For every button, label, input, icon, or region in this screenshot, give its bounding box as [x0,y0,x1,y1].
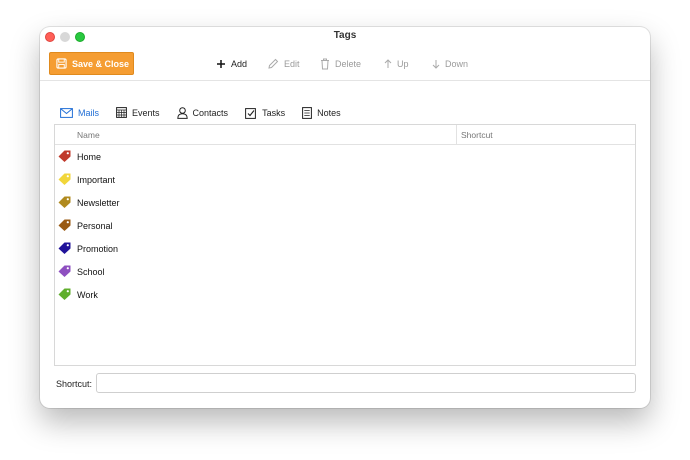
tab-label: Tasks [262,107,286,118]
tag-name: Promotion [77,244,119,254]
edit-button[interactable]: Edit [267,57,300,71]
add-label: Add [231,59,248,69]
tag-name: School [77,267,105,277]
window-title: Tags [333,30,357,41]
checkbox-icon [245,107,256,119]
tag-icon [58,288,71,300]
table-row[interactable]: Work [55,283,635,306]
down-button[interactable]: Down [432,57,468,71]
table-row[interactable]: Newsletter [55,191,635,214]
tab-label: Events [132,107,160,118]
arrow-up-icon [384,59,392,68]
up-label: Up [397,59,409,69]
calendar-icon [116,107,127,118]
tab-tasks[interactable]: Tasks [239,101,291,124]
tab-label: Mails [78,107,100,118]
tag-name: Work [77,290,98,300]
tab-events[interactable]: Events [110,101,166,124]
column-header-shortcut[interactable]: Shortcut [461,130,493,140]
table-row[interactable]: Important [55,168,635,191]
tag-icon [58,173,71,185]
tag-icon [58,242,71,254]
tag-icon [58,196,71,208]
table-row[interactable]: Personal [55,214,635,237]
tag-name: Newsletter [77,198,120,208]
tag-name: Important [77,175,116,185]
add-button[interactable]: Add [216,57,247,71]
down-label: Down [445,59,469,69]
shortcut-label: Shortcut: [56,379,93,389]
column-header-name[interactable]: Name [77,130,100,140]
delete-button[interactable]: Delete [320,57,361,71]
edit-label: Edit [284,59,300,69]
tags-window: Tags Save & Close Add Edit Delete Up Dow… [40,27,650,408]
save-icon [56,58,67,69]
tab-notes[interactable]: Notes [296,101,347,124]
note-icon [302,106,312,119]
tag-icon [58,150,71,162]
tag-category-tabs: Mails Events Contacts Tasks Notes [54,101,352,126]
save-close-button[interactable]: Save & Close [49,52,134,75]
tab-label: Notes [317,107,341,118]
tab-contacts[interactable]: Contacts [171,101,235,124]
plus-icon [217,60,225,68]
toolbar: Save & Close Add Edit Delete Up Down [40,47,650,81]
delete-label: Delete [335,59,362,69]
mail-icon [60,107,73,118]
tag-icon [58,219,71,231]
tags-table: Name Shortcut Home Important Newsletter Per… [54,124,636,366]
person-icon [176,106,188,119]
table-row[interactable]: Promotion [55,237,635,260]
shortcut-input[interactable] [96,373,636,393]
tag-name: Home [77,152,102,162]
up-button[interactable]: Up [384,57,409,71]
pencil-icon [268,58,279,69]
trash-icon [321,58,329,70]
column-divider[interactable] [456,125,457,144]
table-row[interactable]: School [55,260,635,283]
table-row[interactable]: Home [55,145,635,168]
tag-name: Personal [77,221,113,231]
tag-icon [58,265,71,277]
table-header: Name Shortcut [55,125,635,145]
tab-label: Contacts [192,107,229,118]
arrow-down-icon [432,60,440,69]
save-close-label: Save & Close [72,58,130,69]
tab-mails[interactable]: Mails [54,101,106,126]
title-bar: Tags [40,27,650,47]
